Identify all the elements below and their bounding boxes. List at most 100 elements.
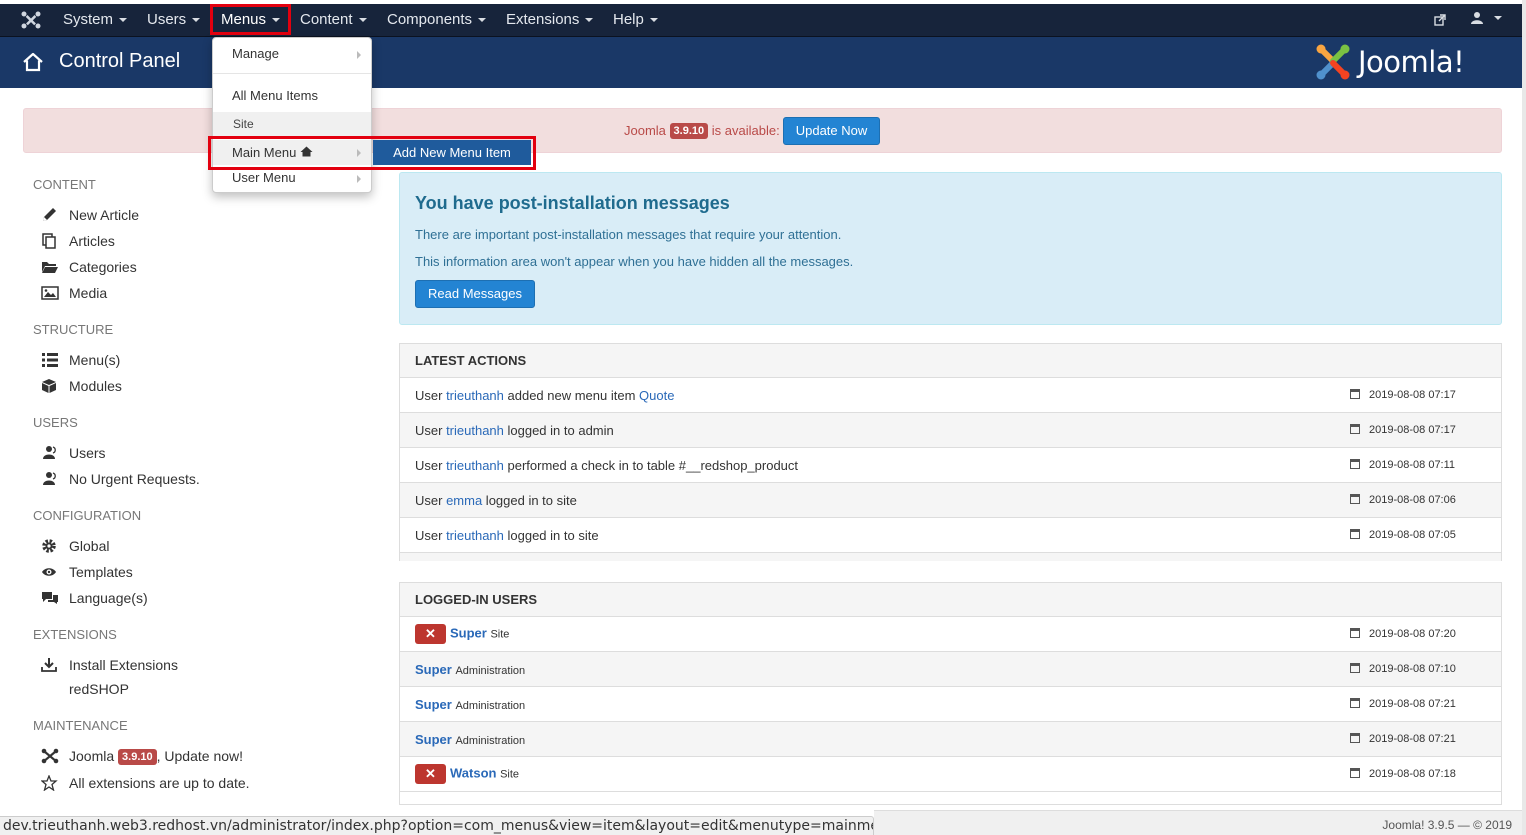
copy-icon	[42, 233, 56, 249]
action-date: 2019-08-08 07:17	[1350, 424, 1456, 436]
logout-user-button[interactable]: ✕	[415, 764, 446, 784]
sidebar-item-label: No Urgent Requests.	[69, 471, 200, 487]
caret-down-icon	[1494, 16, 1503, 20]
update-now-button[interactable]: Update Now	[783, 117, 880, 145]
external-link-icon[interactable]	[1434, 14, 1446, 26]
menu-item-all-menu-items[interactable]: All Menu Items	[213, 88, 371, 103]
page-footer: Joomla! 3.9.5 — © 2019	[874, 810, 1522, 835]
image-icon	[41, 286, 59, 300]
menu-item-label: Manage	[232, 46, 279, 61]
action-description: performed a check in to table #__redshop…	[503, 458, 799, 473]
user-link[interactable]: trieuthanh	[446, 423, 504, 438]
list-icon	[42, 353, 58, 367]
highlight-main-menu-annotation	[208, 136, 536, 170]
action-description: logged in to site	[482, 493, 577, 508]
login-date: 2019-08-08 07:10	[1350, 663, 1456, 675]
panel-footer	[400, 553, 1501, 561]
table-row: User trieuthanh logged in to site 2019-0…	[400, 518, 1501, 553]
sidebar-item-label: Media	[69, 285, 108, 301]
latest-actions-panel: LATEST ACTIONS User trieuthanh added new…	[399, 343, 1502, 561]
nav-components[interactable]: Components	[387, 4, 487, 37]
post-install-title: You have post-installation messages	[415, 193, 730, 213]
action-prefix: User	[415, 493, 447, 508]
users-icon	[43, 472, 56, 485]
joomla-nav-logo-icon[interactable]	[20, 10, 42, 30]
caret-down-icon	[358, 18, 367, 23]
action-text: User trieuthanh logged in to site	[415, 528, 599, 543]
user-location: Site	[490, 628, 510, 641]
menu-item-user-menu[interactable]: User Menu	[213, 170, 371, 185]
user-name-link[interactable]: Super	[450, 625, 487, 640]
update-alert-text: Joomla 3.9.10 is available:	[624, 123, 780, 139]
user-name-link[interactable]: Super	[415, 697, 452, 712]
nav-users[interactable]: Users	[147, 4, 201, 37]
sidebar-heading-extensions: EXTENSIONS	[33, 627, 117, 642]
caret-down-icon	[585, 18, 594, 23]
nav-system-label: System	[63, 11, 114, 28]
action-date-text: 2019-08-08 07:11	[1369, 459, 1456, 471]
user-name-link[interactable]: Super	[415, 732, 452, 747]
update-alert-prefix: Joomla	[624, 123, 666, 138]
table-row: Super Administration 2019-08-08 07:10	[400, 652, 1501, 687]
login-date: 2019-08-08 07:18	[1350, 768, 1456, 780]
user-link[interactable]: emma	[446, 493, 482, 508]
table-row: User trieuthanh performed a check in to …	[400, 448, 1501, 483]
user-name-link[interactable]: Watson	[450, 765, 496, 780]
logged-user: ✕ Super Site	[415, 624, 509, 644]
menu-item-label: User Menu	[232, 170, 296, 185]
sidebar-item-label: Users	[69, 445, 106, 461]
sidebar-item-label: Joomla 3.9.10, Update now!	[69, 748, 243, 765]
action-date: 2019-08-08 07:06	[1350, 494, 1456, 506]
nav-users-label: Users	[147, 11, 187, 28]
logged-in-users-heading: LOGGED-IN USERS	[400, 583, 1501, 617]
page-scrollbar[interactable]	[1522, 0, 1526, 835]
table-row: User emma logged in to site 2019-08-08 0…	[400, 483, 1501, 518]
user-link[interactable]: trieuthanh	[446, 458, 504, 473]
calendar-icon	[1350, 768, 1360, 778]
logout-user-button[interactable]: ✕	[415, 624, 446, 644]
joomla-logo-icon	[1316, 44, 1350, 80]
action-date-text: 2019-08-08 07:17	[1369, 424, 1456, 436]
read-messages-button[interactable]: Read Messages	[415, 280, 535, 308]
action-date-text: 2019-08-08 07:06	[1369, 494, 1456, 506]
sidebar-item-label: All extensions are up to date.	[69, 775, 250, 791]
nav-extensions[interactable]: Extensions	[506, 4, 594, 37]
logged-in-users-panel: LOGGED-IN USERS ✕ Super Site 2019-08-08 0…	[399, 582, 1502, 805]
login-date: 2019-08-08 07:21	[1350, 733, 1456, 745]
table-row: User trieuthanh logged in to admin 2019-…	[400, 413, 1501, 448]
nav-system[interactable]: System	[63, 4, 128, 37]
login-date: 2019-08-08 07:21	[1350, 698, 1456, 710]
user-link[interactable]: trieuthanh	[446, 388, 504, 403]
menu-item-link[interactable]: Quote	[639, 388, 674, 403]
menu-item-manage[interactable]: Manage	[213, 46, 371, 61]
action-text: User trieuthanh performed a check in to …	[415, 458, 798, 473]
joomla-icon	[41, 748, 59, 764]
action-prefix: User	[415, 528, 447, 543]
login-date-text: 2019-08-08 07:10	[1369, 663, 1456, 675]
nav-help[interactable]: Help	[613, 4, 658, 37]
sidebar-heading-users: USERS	[33, 415, 78, 430]
sidebar-heading-maintenance: MAINTENANCE	[33, 718, 128, 733]
user-name-link[interactable]: Super	[415, 662, 452, 677]
action-prefix: User	[415, 388, 447, 403]
action-text: User emma logged in to site	[415, 493, 577, 508]
user-account-menu[interactable]	[1471, 11, 1503, 27]
logged-user: Super Administration	[415, 697, 525, 712]
nav-content[interactable]: Content	[300, 4, 367, 37]
action-date: 2019-08-08 07:17	[1350, 389, 1456, 401]
action-description: added new menu item	[503, 388, 640, 403]
user-icon	[1471, 12, 1483, 24]
user-link[interactable]: trieuthanh	[446, 528, 504, 543]
user-location: Administration	[455, 665, 526, 677]
home-icon	[23, 52, 43, 72]
calendar-icon	[1350, 424, 1360, 434]
table-row: User trieuthanh added new menu item Quot…	[400, 378, 1501, 413]
calendar-icon	[1350, 733, 1360, 743]
nav-components-label: Components	[387, 11, 473, 28]
action-date: 2019-08-08 07:11	[1350, 459, 1455, 471]
user-location: Administration	[455, 735, 526, 747]
calendar-icon	[1350, 698, 1360, 708]
sidebar-item-label: redSHOP	[69, 681, 129, 697]
browser-status-url: dev.trieuthanh.web3.redhost.vn/administr…	[0, 816, 874, 835]
action-date: 2019-08-08 07:05	[1350, 529, 1456, 541]
